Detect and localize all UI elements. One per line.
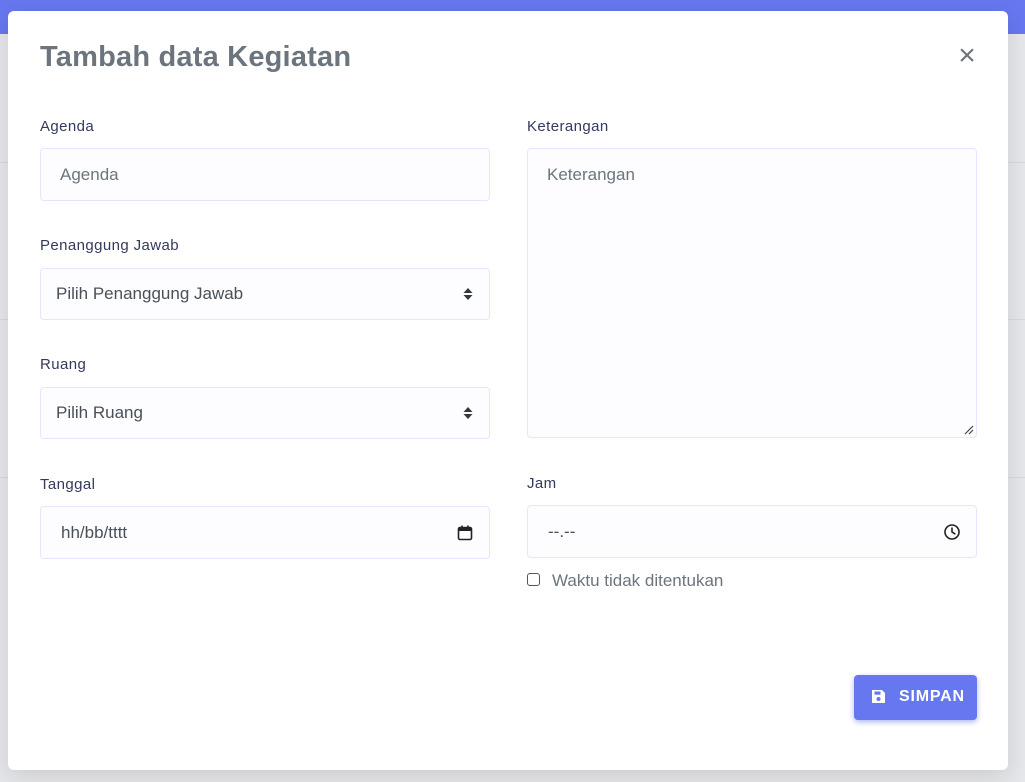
sort-caret-icon bbox=[463, 407, 473, 419]
penanggung-jawab-select[interactable]: Pilih Penanggung Jawab bbox=[40, 268, 490, 320]
save-button[interactable]: SIMPAN bbox=[854, 675, 977, 720]
keterangan-textarea[interactable] bbox=[527, 148, 977, 438]
tanggal-date-input[interactable]: hh/bb/tttt bbox=[40, 506, 490, 559]
clock-icon[interactable] bbox=[943, 523, 961, 541]
ruang-selected: Pilih Ruang bbox=[56, 403, 143, 422]
floppy-disk-icon bbox=[872, 690, 885, 703]
penanggung-jawab-selected: Pilih Penanggung Jawab bbox=[56, 284, 244, 303]
ruang-label: Ruang bbox=[40, 356, 87, 373]
add-activity-modal: Tambah data Kegiatan × Agenda Penanggung… bbox=[8, 11, 1008, 770]
jam-placeholder: --.-- bbox=[548, 521, 576, 541]
jam-time-input[interactable]: --.-- bbox=[527, 505, 977, 558]
tanggal-label: Tanggal bbox=[40, 476, 96, 493]
close-icon[interactable]: × bbox=[956, 41, 978, 71]
agenda-input[interactable] bbox=[40, 148, 490, 201]
waktu-tidak-ditentukan-checkbox[interactable] bbox=[527, 573, 540, 586]
keterangan-label: Keterangan bbox=[527, 118, 609, 135]
sort-caret-icon bbox=[463, 288, 473, 300]
jam-label: Jam bbox=[527, 475, 557, 492]
resize-handle-icon[interactable] bbox=[963, 424, 974, 435]
modal-title: Tambah data Kegiatan bbox=[40, 41, 352, 73]
ruang-select[interactable]: Pilih Ruang bbox=[40, 387, 490, 439]
calendar-icon[interactable] bbox=[456, 524, 474, 542]
penanggung-jawab-label: Penanggung Jawab bbox=[40, 237, 180, 254]
tanggal-placeholder: hh/bb/tttt bbox=[61, 522, 128, 542]
waktu-tidak-ditentukan-label[interactable]: Waktu tidak ditentukan bbox=[552, 571, 723, 591]
agenda-label: Agenda bbox=[40, 118, 95, 135]
save-button-label: SIMPAN bbox=[899, 688, 965, 705]
